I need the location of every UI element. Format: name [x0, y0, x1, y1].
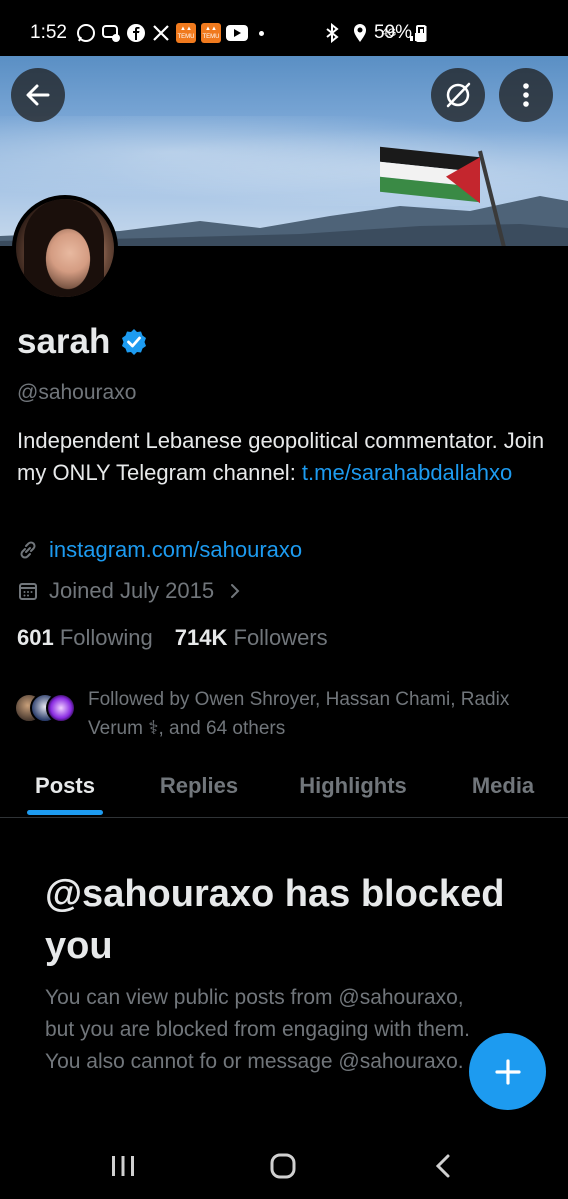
facebook-icon: [126, 23, 146, 43]
profile-bio: Independent Lebanese geopolitical commen…: [17, 425, 557, 489]
more-notifications-dot-icon: [259, 30, 264, 36]
tab-replies[interactable]: Replies: [130, 760, 268, 817]
following-count: 601: [17, 625, 54, 650]
following-link[interactable]: 601 Following: [17, 625, 153, 651]
followers-count: 714K: [174, 625, 228, 650]
whatsapp-icon: [76, 23, 96, 43]
plus-icon: [494, 1058, 521, 1085]
website-link[interactable]: instagram.com/sahouraxo: [49, 537, 302, 563]
followed-by-avatars: [14, 693, 78, 733]
location-icon: [350, 23, 370, 43]
back-button[interactable]: [11, 68, 65, 122]
calendar-icon: [19, 583, 37, 600]
system-navigation-bar: [0, 1130, 568, 1199]
following-label: Following: [59, 625, 153, 650]
arrow-left-icon: [26, 84, 50, 106]
home-icon: [270, 1153, 296, 1179]
x-icon: [151, 23, 171, 43]
tab-highlights[interactable]: Highlights: [268, 760, 438, 817]
profile-avatar[interactable]: [12, 195, 118, 301]
status-time: 1:52: [30, 22, 67, 43]
chevron-right-icon: [231, 584, 240, 598]
link-icon: [20, 541, 36, 559]
followed-by-row[interactable]: Followed by Owen Shroyer, Hassan Chami, …: [14, 685, 548, 743]
battery-icon: [416, 25, 426, 42]
bio-telegram-link[interactable]: t.me/sarahabdallahxo: [302, 460, 512, 485]
eye-slash-icon: [446, 82, 471, 108]
compose-post-button[interactable]: [469, 1033, 546, 1110]
profile-name-row: sarah: [17, 322, 148, 362]
battery-percentage: 59%: [374, 22, 413, 43]
messenger-icon: [101, 23, 121, 43]
profile-handle: @sahouraxo: [17, 381, 137, 404]
blocked-message: You can view public posts from @sahourax…: [45, 986, 470, 1073]
joined-date: Joined July 2015: [49, 578, 215, 603]
chevron-left-icon: [435, 1154, 450, 1178]
profile-name: sarah: [17, 322, 111, 361]
tab-media[interactable]: Media: [438, 760, 568, 817]
follow-stats: 601 Following 714K Followers: [17, 625, 328, 651]
active-tab-indicator: [27, 810, 103, 815]
website-row[interactable]: instagram.com/sahouraxo: [17, 537, 302, 563]
followers-label: Followers: [233, 625, 328, 650]
tab-posts[interactable]: Posts: [0, 760, 130, 817]
blocked-title: @sahouraxo has blocked you: [45, 873, 505, 967]
recent-apps-icon: [112, 1156, 134, 1176]
more-options-button[interactable]: [499, 68, 553, 122]
verified-badge-icon[interactable]: [120, 328, 148, 356]
recent-apps-button[interactable]: [103, 1150, 143, 1182]
avatar: [46, 693, 76, 723]
system-back-button[interactable]: [423, 1150, 463, 1182]
youtube-icon: [226, 25, 248, 41]
temu-icon: ▲▲ TEMU: [176, 23, 196, 43]
avatar-image: [16, 199, 114, 297]
notification-icons: ▲▲ TEMU ▲▲ TEMU: [76, 23, 264, 43]
temu-icon: ▲▲ TEMU: [201, 23, 221, 43]
bluetooth-icon: [322, 23, 342, 43]
hide-button[interactable]: [431, 68, 485, 122]
followed-by-text: Followed by Owen Shroyer, Hassan Chami, …: [88, 689, 510, 739]
followers-link[interactable]: 714K Followers: [175, 625, 328, 651]
home-button[interactable]: [263, 1150, 303, 1182]
joined-row[interactable]: Joined July 2015: [17, 578, 242, 604]
more-vertical-icon: [523, 83, 529, 107]
status-bar: 1:52 ▲▲ TEMU ▲▲ TEMU 4G 59%: [0, 0, 568, 56]
